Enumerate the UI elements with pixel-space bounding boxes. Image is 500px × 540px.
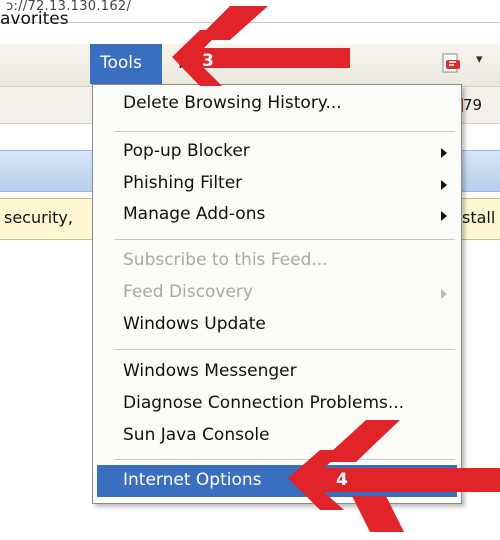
annotation-overlay (172, 6, 500, 532)
annotation-step-3: 3 (202, 51, 214, 71)
annotation-arrow-3 (172, 6, 350, 86)
annotation-arrow-4 (288, 420, 500, 532)
annotation-step-4: 4 (336, 470, 348, 490)
